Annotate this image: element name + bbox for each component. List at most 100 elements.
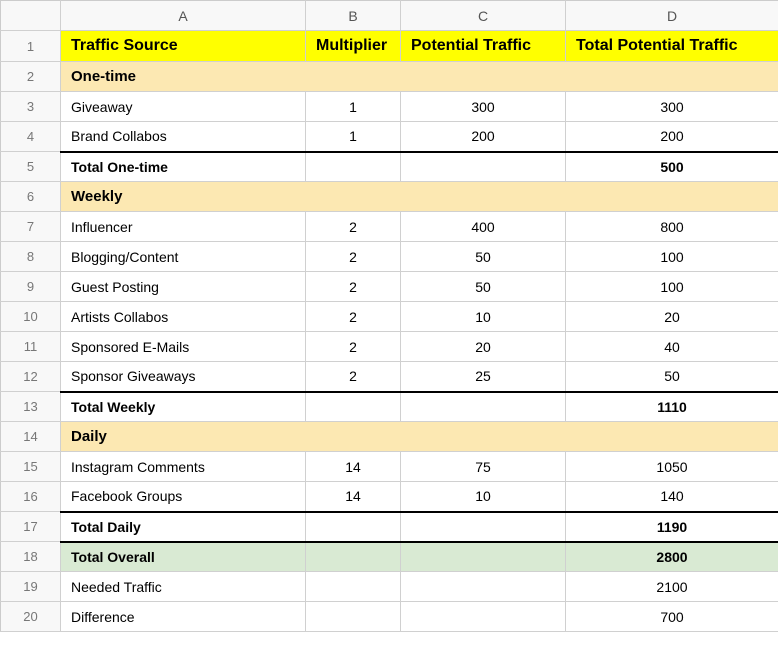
cell-B4[interactable]: 1 (306, 122, 401, 152)
cell-A10[interactable]: Artists Collabos (61, 302, 306, 332)
cell-B5[interactable] (306, 152, 401, 182)
col-header-B[interactable]: B (306, 1, 401, 31)
col-header-C[interactable]: C (401, 1, 566, 31)
cell-C4[interactable]: 200 (401, 122, 566, 152)
cell-D9[interactable]: 100 (566, 272, 778, 302)
cell-C10[interactable]: 10 (401, 302, 566, 332)
cell-D4[interactable]: 200 (566, 122, 778, 152)
cell-A7[interactable]: Influencer (61, 212, 306, 242)
cell-C3[interactable]: 300 (401, 92, 566, 122)
row-header-14[interactable]: 14 (1, 422, 61, 452)
row-header-10[interactable]: 10 (1, 302, 61, 332)
cell-C13[interactable] (401, 392, 566, 422)
cell-B15[interactable]: 14 (306, 452, 401, 482)
cell-D13[interactable]: 1110 (566, 392, 778, 422)
row-header-17[interactable]: 17 (1, 512, 61, 542)
cell-C17[interactable] (401, 512, 566, 542)
cell-A9[interactable]: Guest Posting (61, 272, 306, 302)
cell-D17[interactable]: 1190 (566, 512, 778, 542)
cell-D16[interactable]: 140 (566, 482, 778, 512)
cell-D12[interactable]: 50 (566, 362, 778, 392)
cell-A15[interactable]: Instagram Comments (61, 452, 306, 482)
cell-C15[interactable]: 75 (401, 452, 566, 482)
data-row-facebook: 16 Facebook Groups 14 10 140 (1, 482, 778, 512)
cell-A18[interactable]: Total Overall (61, 542, 306, 572)
row-header-9[interactable]: 9 (1, 272, 61, 302)
cell-B18[interactable] (306, 542, 401, 572)
cell-B16[interactable]: 14 (306, 482, 401, 512)
row-header-5[interactable]: 5 (1, 152, 61, 182)
cell-A20[interactable]: Difference (61, 602, 306, 632)
row-header-16[interactable]: 16 (1, 482, 61, 512)
row-header-1[interactable]: 1 (1, 31, 61, 62)
cell-B13[interactable] (306, 392, 401, 422)
cell-D19[interactable]: 2100 (566, 572, 778, 602)
cell-D20[interactable]: 700 (566, 602, 778, 632)
cell-B17[interactable] (306, 512, 401, 542)
cell-B9[interactable]: 2 (306, 272, 401, 302)
row-header-19[interactable]: 19 (1, 572, 61, 602)
row-header-3[interactable]: 3 (1, 92, 61, 122)
cell-B1[interactable]: Multiplier (306, 31, 401, 62)
cell-D3[interactable]: 300 (566, 92, 778, 122)
cell-A2[interactable]: One-time (61, 62, 778, 92)
cell-A11[interactable]: Sponsored E-Mails (61, 332, 306, 362)
cell-D11[interactable]: 40 (566, 332, 778, 362)
cell-A13[interactable]: Total Weekly (61, 392, 306, 422)
cell-B20[interactable] (306, 602, 401, 632)
cell-C18[interactable] (401, 542, 566, 572)
cell-A1[interactable]: Traffic Source (61, 31, 306, 62)
row-header-2[interactable]: 2 (1, 62, 61, 92)
cell-A5[interactable]: Total One-time (61, 152, 306, 182)
cell-A14[interactable]: Daily (61, 422, 778, 452)
row-header-20[interactable]: 20 (1, 602, 61, 632)
spreadsheet-table: A B C D 1 Traffic Source Multiplier Pote… (0, 0, 778, 632)
cell-B8[interactable]: 2 (306, 242, 401, 272)
cell-D8[interactable]: 100 (566, 242, 778, 272)
cell-A17[interactable]: Total Daily (61, 512, 306, 542)
cell-C20[interactable] (401, 602, 566, 632)
cell-A4[interactable]: Brand Collabos (61, 122, 306, 152)
row-header-6[interactable]: 6 (1, 182, 61, 212)
cell-A6[interactable]: Weekly (61, 182, 778, 212)
cell-A16[interactable]: Facebook Groups (61, 482, 306, 512)
cell-C16[interactable]: 10 (401, 482, 566, 512)
cell-C11[interactable]: 20 (401, 332, 566, 362)
cell-B10[interactable]: 2 (306, 302, 401, 332)
difference-row: 20 Difference 700 (1, 602, 778, 632)
corner-cell[interactable] (1, 1, 61, 31)
row-header-11[interactable]: 11 (1, 332, 61, 362)
col-header-D[interactable]: D (566, 1, 778, 31)
row-header-4[interactable]: 4 (1, 122, 61, 152)
col-header-A[interactable]: A (61, 1, 306, 31)
cell-B11[interactable]: 2 (306, 332, 401, 362)
cell-A8[interactable]: Blogging/Content (61, 242, 306, 272)
cell-B19[interactable] (306, 572, 401, 602)
row-header-7[interactable]: 7 (1, 212, 61, 242)
row-header-13[interactable]: 13 (1, 392, 61, 422)
cell-C9[interactable]: 50 (401, 272, 566, 302)
cell-D5[interactable]: 500 (566, 152, 778, 182)
cell-B3[interactable]: 1 (306, 92, 401, 122)
cell-D18[interactable]: 2800 (566, 542, 778, 572)
cell-C5[interactable] (401, 152, 566, 182)
cell-A12[interactable]: Sponsor Giveaways (61, 362, 306, 392)
cell-D10[interactable]: 20 (566, 302, 778, 332)
row-header-15[interactable]: 15 (1, 452, 61, 482)
total-weekly-row: 13 Total Weekly 1110 (1, 392, 778, 422)
cell-A3[interactable]: Giveaway (61, 92, 306, 122)
cell-C7[interactable]: 400 (401, 212, 566, 242)
row-header-8[interactable]: 8 (1, 242, 61, 272)
cell-D7[interactable]: 800 (566, 212, 778, 242)
row-header-12[interactable]: 12 (1, 362, 61, 392)
row-header-18[interactable]: 18 (1, 542, 61, 572)
cell-B12[interactable]: 2 (306, 362, 401, 392)
cell-C8[interactable]: 50 (401, 242, 566, 272)
cell-D1[interactable]: Total Potential Traffic (566, 31, 778, 62)
cell-D15[interactable]: 1050 (566, 452, 778, 482)
cell-C1[interactable]: Potential Traffic (401, 31, 566, 62)
cell-A19[interactable]: Needed Traffic (61, 572, 306, 602)
cell-C12[interactable]: 25 (401, 362, 566, 392)
cell-B7[interactable]: 2 (306, 212, 401, 242)
cell-C19[interactable] (401, 572, 566, 602)
